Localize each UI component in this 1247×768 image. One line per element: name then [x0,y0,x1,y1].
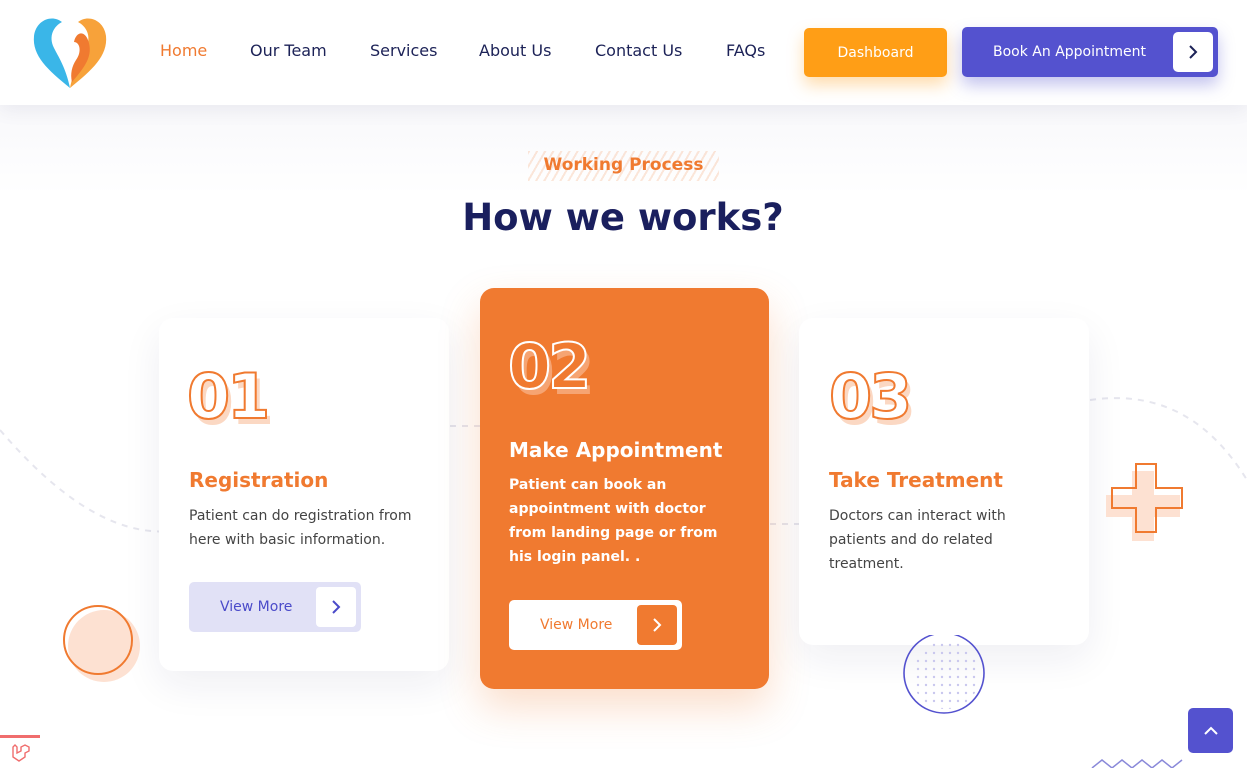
card-text: Patient can do registration from here wi… [189,508,412,548]
plus-icon [1106,463,1183,541]
card-text: Doctors can interact with patients and d… [829,508,1006,572]
book-arrow-box [1173,32,1213,72]
heart-logo-icon[interactable] [28,12,112,92]
view-more-label: View More [220,599,293,615]
decorative-dotted-circle [903,635,985,714]
chevron-right-icon [332,600,341,614]
process-card-1: 01 Registration Patient can do registrat… [159,318,449,671]
view-more-button[interactable]: View More [189,582,361,632]
nav-faqs[interactable]: FAQs [726,41,765,60]
section-title: How we works? [462,196,784,239]
book-appointment-button[interactable]: Book An Appointment [962,27,1218,77]
scroll-to-top-button[interactable] [1188,708,1233,753]
nav-services[interactable]: Services [370,41,437,60]
nav-contact-us[interactable]: Contact Us [595,41,682,60]
nav-about-us[interactable]: About Us [479,41,551,60]
framework-badge[interactable] [0,735,40,768]
nav-home[interactable]: Home [160,41,207,60]
laravel-icon [12,744,30,762]
decorative-zigzag [1091,759,1183,768]
chevron-up-icon [1203,726,1218,735]
chevron-right-icon [653,618,662,632]
card-number: 02 [507,329,592,404]
view-more-button[interactable]: View More [509,600,682,650]
chevron-right-icon [1189,45,1198,59]
process-card-2: 02 Make Appointment Patient can book an … [480,288,769,689]
card-number: 03 [828,359,913,434]
view-more-label: View More [540,617,613,633]
card-title: Registration [189,468,329,492]
process-card-3: 03 Take Treatment Doctors can interact w… [799,318,1089,645]
nav-our-team[interactable]: Our Team [250,41,327,60]
card-text: Patient can book an appointment with doc… [509,477,718,565]
book-appointment-label: Book An Appointment [993,44,1146,60]
section-subtitle: Working Process [543,155,704,175]
site-header: Home Our Team Services About Us Contact … [0,0,1247,105]
card-number: 01 [186,359,271,434]
card-title: Take Treatment [829,468,1003,492]
card-title: Make Appointment [509,438,723,462]
dashboard-button[interactable]: Dashboard [804,28,947,77]
decorative-circle [63,605,140,682]
view-more-arrow-box [637,605,677,645]
view-more-arrow-box [316,587,356,627]
